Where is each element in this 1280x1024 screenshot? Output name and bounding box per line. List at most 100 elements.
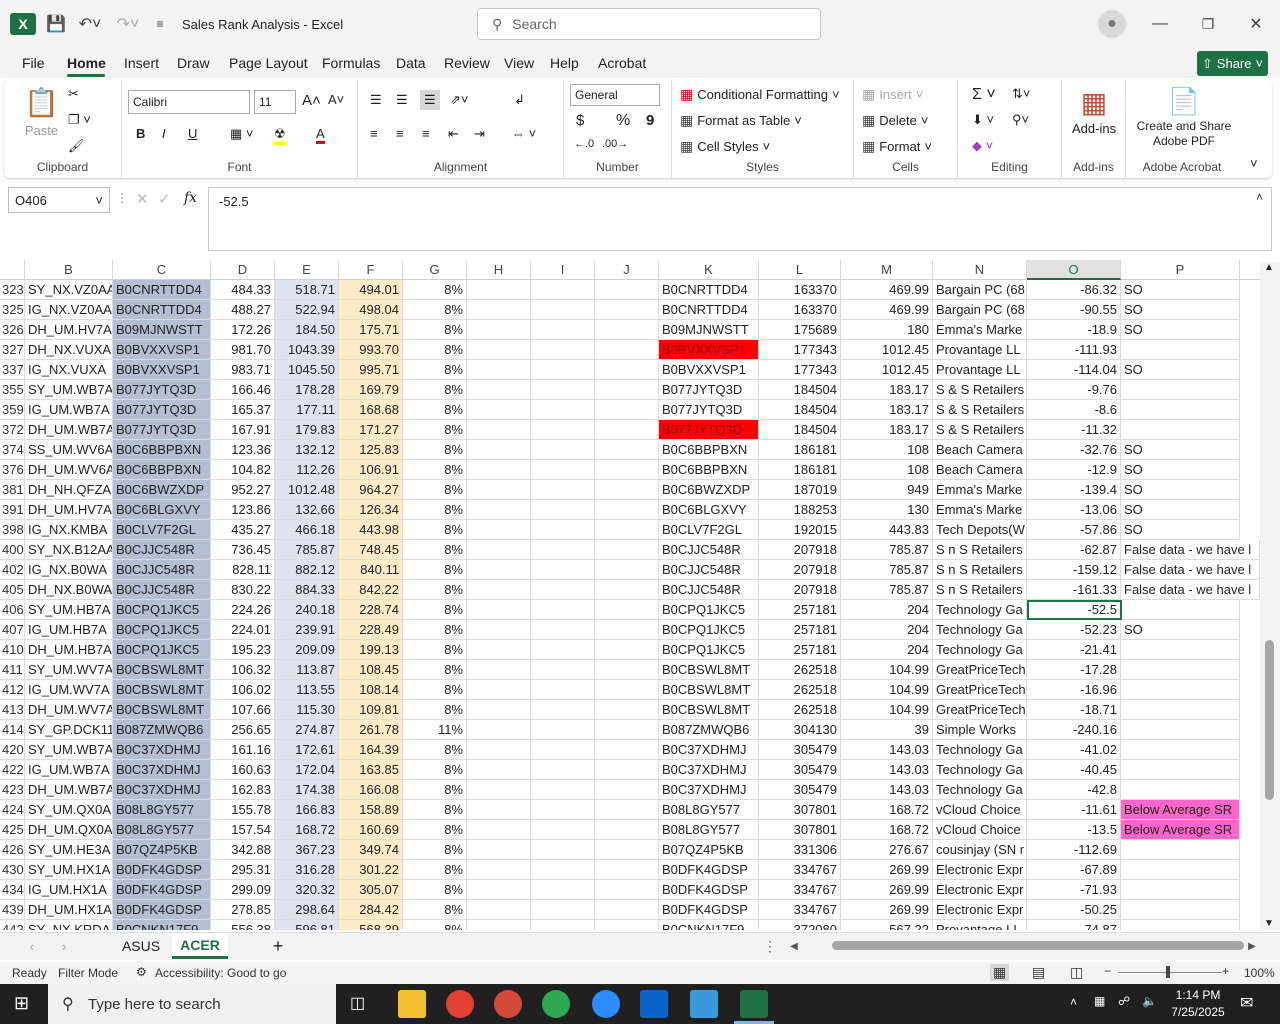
cell-b[interactable]: SY_UM.HE3A xyxy=(25,840,113,860)
cell-l[interactable]: 207918 xyxy=(759,560,841,580)
cell-g[interactable]: 8% xyxy=(403,680,467,700)
cell-h[interactable] xyxy=(467,740,531,760)
cell-m[interactable]: 269.99 xyxy=(841,860,933,880)
cell-d[interactable]: 155.78 xyxy=(211,800,275,820)
cell-e[interactable]: 518.71 xyxy=(275,280,339,300)
cell-f[interactable]: 160.69 xyxy=(339,820,403,840)
cell-k[interactable]: B0CJJC548R xyxy=(659,540,759,560)
align-middle-icon[interactable]: ☰ xyxy=(396,92,408,108)
cell-h[interactable] xyxy=(467,720,531,740)
cell-k[interactable]: B077JYTQ3D xyxy=(659,420,759,440)
cell-l[interactable]: 186181 xyxy=(759,460,841,480)
zoom-slider-thumb[interactable] xyxy=(1166,966,1170,978)
cell-o[interactable]: -50.25 xyxy=(1027,900,1121,920)
cell-c[interactable]: B0CNRTTDD4 xyxy=(113,300,211,320)
cell-c[interactable]: B0CJJC548R xyxy=(113,580,211,600)
cell-e[interactable]: 113.55 xyxy=(275,680,339,700)
cell-j[interactable] xyxy=(595,380,659,400)
cell-j[interactable] xyxy=(595,520,659,540)
cell-n[interactable]: S n S Retailers xyxy=(933,560,1027,580)
sheet-tab-acer[interactable]: ACER xyxy=(172,933,228,959)
cell-j[interactable] xyxy=(595,900,659,920)
cell-b[interactable]: IG_UM.HB7A xyxy=(25,620,113,640)
cell-i[interactable] xyxy=(531,880,595,900)
cell-i[interactable] xyxy=(531,580,595,600)
cell-n[interactable]: S & S Retailers xyxy=(933,420,1027,440)
cell-h[interactable] xyxy=(467,920,531,930)
cell-d[interactable]: 224.01 xyxy=(211,620,275,640)
cell-k[interactable]: B0BVXXVSP1 xyxy=(659,360,759,380)
increase-font-icon[interactable]: A˄ xyxy=(302,92,321,109)
minimize-icon[interactable]: — xyxy=(1148,12,1172,36)
cell-e[interactable]: 115.30 xyxy=(275,700,339,720)
cell-p[interactable]: SO xyxy=(1121,500,1240,520)
selected-cell-o406[interactable] xyxy=(1027,600,1122,620)
cell-f[interactable]: 108.45 xyxy=(339,660,403,680)
prev-sheet-icon[interactable]: ‹ xyxy=(24,933,40,959)
comma-button[interactable]: 9 xyxy=(646,112,654,129)
cell-e[interactable]: 178.28 xyxy=(275,380,339,400)
cell-c[interactable]: B07QZ4P5KB xyxy=(113,840,211,860)
column-header-e[interactable]: E xyxy=(275,260,339,280)
cell-j[interactable] xyxy=(595,780,659,800)
cell-l[interactable]: 163370 xyxy=(759,300,841,320)
cell-b[interactable]: SS_UM.WV6A xyxy=(25,440,113,460)
cell-k[interactable]: B0C37XDHMJ xyxy=(659,780,759,800)
cell-m[interactable]: 567.22 xyxy=(841,920,933,930)
cell-m[interactable]: 143.03 xyxy=(841,740,933,760)
zoom-in-icon[interactable]: + xyxy=(1222,964,1229,978)
cell-h[interactable] xyxy=(467,580,531,600)
cell-e[interactable]: 132.66 xyxy=(275,500,339,520)
cell-i[interactable] xyxy=(531,320,595,340)
undo-icon[interactable]: ↶˅ xyxy=(74,12,106,36)
cell-b[interactable]: DH_UM.WB7A xyxy=(25,780,113,800)
cell-h[interactable] xyxy=(467,700,531,720)
clock-date[interactable]: 7/25/2025 xyxy=(1168,1005,1228,1019)
cell-b[interactable]: IG_NX.VZ0AA xyxy=(25,300,113,320)
cell-g[interactable]: 8% xyxy=(403,840,467,860)
cell-d[interactable]: 299.09 xyxy=(211,880,275,900)
cell-o[interactable]: -18.9 xyxy=(1027,320,1121,340)
cell-c[interactable]: B0CBSWL8MT xyxy=(113,660,211,680)
cell-d[interactable]: 295.31 xyxy=(211,860,275,880)
cell-i[interactable] xyxy=(531,780,595,800)
cell-b[interactable]: SY_UM.WB7A xyxy=(25,380,113,400)
cell-l[interactable]: 372080 xyxy=(759,920,841,930)
cell-j[interactable] xyxy=(595,740,659,760)
format-as-table-button[interactable]: ▦ Format as Table ˅ xyxy=(680,112,802,129)
cell-j[interactable] xyxy=(595,720,659,740)
cell-e[interactable]: 1012.48 xyxy=(275,480,339,500)
align-top-icon[interactable]: ☰ xyxy=(370,92,382,108)
cell-b[interactable]: IG_UM.WV7A xyxy=(25,680,113,700)
customize-toolbar-icon[interactable]: ≡ xyxy=(150,12,170,36)
cell-l[interactable]: 334767 xyxy=(759,900,841,920)
column-header-i[interactable]: I xyxy=(531,260,595,280)
cell-h[interactable] xyxy=(467,860,531,880)
cell-d[interactable]: 556.38 xyxy=(211,920,275,930)
cell-c[interactable]: B0CPQ1JKC5 xyxy=(113,620,211,640)
cell-g[interactable]: 8% xyxy=(403,420,467,440)
cell-i[interactable] xyxy=(531,800,595,820)
cell-i[interactable] xyxy=(531,600,595,620)
cell-d[interactable]: 256.65 xyxy=(211,720,275,740)
cell-n[interactable]: Technology Ga xyxy=(933,600,1027,620)
cell-m[interactable]: 183.17 xyxy=(841,420,933,440)
cell-i[interactable] xyxy=(531,440,595,460)
cell-k[interactable]: B0CPQ1JKC5 xyxy=(659,640,759,660)
cell-g[interactable]: 8% xyxy=(403,620,467,640)
menu-page-layout[interactable]: Page Layout xyxy=(229,55,308,71)
font-name-select[interactable]: Calibri xyxy=(128,90,250,114)
cell-k[interactable]: B0CNRTTDD4 xyxy=(659,300,759,320)
sheet-tab-asus[interactable]: ASUS xyxy=(112,933,170,959)
cell-c[interactable]: B0C6BLGXVY xyxy=(113,500,211,520)
cell-j[interactable] xyxy=(595,440,659,460)
cell-f[interactable]: 158.89 xyxy=(339,800,403,820)
cell-j[interactable] xyxy=(595,480,659,500)
cell-m[interactable]: 204 xyxy=(841,600,933,620)
cell-l[interactable]: 257181 xyxy=(759,640,841,660)
cell-e[interactable]: 1043.39 xyxy=(275,340,339,360)
column-header-d[interactable]: D xyxy=(211,260,275,280)
cell-o[interactable]: -159.12 xyxy=(1027,560,1121,580)
cell-g[interactable]: 8% xyxy=(403,300,467,320)
clear-icon[interactable]: ◆ ˅ xyxy=(972,138,993,154)
